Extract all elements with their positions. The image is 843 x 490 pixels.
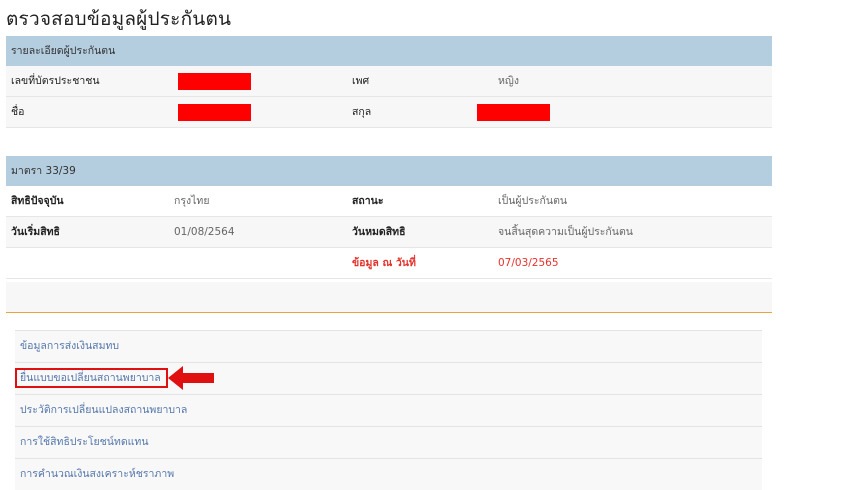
start-date-label: วันเริ่มสิทธิ — [11, 226, 60, 238]
dates-row: วันเริ่มสิทธิ 01/08/2564 วันหมดสิทธิ จนส… — [6, 217, 772, 248]
current-right-value: กรุงไทย — [174, 195, 210, 207]
end-date-value: จนสิ้นสุดความเป็นผู้ประกันตน — [498, 226, 633, 238]
rights-row: สิทธิปัจจุบัน กรุงไทย สถานะ เป็นผู้ประกั… — [6, 186, 772, 217]
insured-details-header: รายละเอียดผู้ประกันตน — [6, 36, 772, 66]
as-of-row: ข้อมูล ณ วันที่ 07/03/2565 — [6, 248, 772, 279]
end-date-label: วันหมดสิทธิ — [352, 226, 406, 238]
name-row: ชื่อ สกุล — [6, 97, 772, 128]
left-arrow-icon — [168, 366, 214, 390]
section-33-39: มาตรา 33/39 สิทธิปัจจุบัน กรุงไทย สถานะ … — [6, 156, 772, 279]
current-right-label: สิทธิปัจจุบัน — [11, 195, 64, 207]
gender-label: เพศ — [352, 75, 370, 87]
as-of-value: 07/03/2565 — [498, 257, 559, 269]
as-of-label: ข้อมูล ณ วันที่ — [352, 257, 416, 269]
start-date-value: 01/08/2564 — [174, 226, 235, 238]
gender-value: หญิง — [498, 75, 519, 87]
first-name-redacted — [178, 104, 251, 121]
insured-details-section: รายละเอียดผู้ประกันตน เลขที่บัตรประชาชน … — [6, 36, 772, 128]
surname-redacted — [477, 104, 550, 121]
menu-change-hospital[interactable]: ยื่นแบบขอเปลี่ยนสถานพยาบาล — [15, 362, 762, 394]
surname-label: สกุล — [352, 106, 372, 118]
menu-hospital-history[interactable]: ประวัติการเปลี่ยนแปลงสถานพยาบาล — [15, 394, 762, 426]
status-value: เป็นผู้ประกันตน — [498, 195, 568, 207]
first-name-label: ชื่อ — [11, 106, 25, 118]
menu-pension-calc[interactable]: การคำนวณเงินสงเคราะห์ชราภาพ — [15, 458, 762, 490]
id-gender-row: เลขที่บัตรประชาชน เพศ หญิง — [6, 66, 772, 97]
id-card-label: เลขที่บัตรประชาชน — [11, 75, 100, 87]
status-label: สถานะ — [352, 195, 384, 207]
section-header: มาตรา 33/39 — [6, 156, 772, 186]
section-footer-row — [6, 282, 772, 313]
page-title: ตรวจสอบข้อมูลผู้ประกันตน — [6, 8, 232, 30]
action-menu: ข้อมูลการส่งเงินสมทบ ยื่นแบบขอเปลี่ยนสถา… — [15, 330, 762, 490]
id-card-redacted — [178, 73, 251, 90]
menu-contribution-info[interactable]: ข้อมูลการส่งเงินสมทบ — [15, 330, 762, 362]
menu-benefits-usage[interactable]: การใช้สิทธิประโยชน์ทดแทน — [15, 426, 762, 458]
highlight-box — [15, 368, 168, 388]
